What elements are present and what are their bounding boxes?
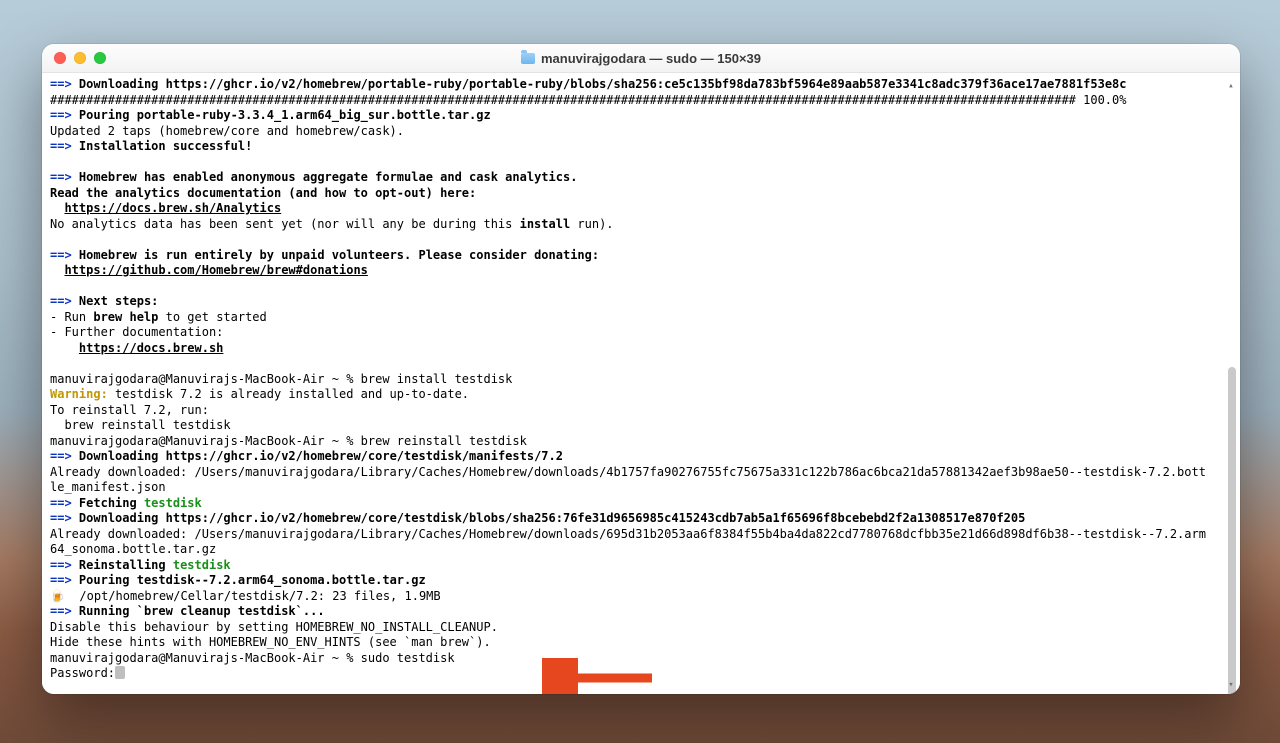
output-line: Reinstalling [79,558,166,572]
arrow-icon: ==> [50,558,72,572]
output-line: testdisk [144,496,202,510]
arrow-icon: ==> [50,139,72,153]
scroll-up-icon[interactable]: ▴ [1226,79,1236,89]
link[interactable]: https://github.com/Homebrew/brew#donatio… [64,263,367,277]
output-line: No analytics data has been sent yet (nor… [50,217,520,231]
output-line: Downloading https://ghcr.io/v2/homebrew/… [79,449,563,463]
output-line: - Further documentation: [50,325,223,339]
link[interactable]: https://docs.brew.sh [79,341,224,355]
output-line: brew help [93,310,158,324]
zoom-icon[interactable] [94,52,106,64]
output-line: Disable this behaviour by setting HOMEBR… [50,620,498,634]
output-line: Already downloaded: /Users/manuvirajgoda… [50,465,1210,496]
title-text: manuvirajgodara — sudo — 150×39 [541,51,761,66]
output-line: brew reinstall testdisk [50,418,231,432]
output-line: Downloading https://ghcr.io/v2/homebrew/… [79,77,1127,91]
arrow-icon: ==> [50,248,72,262]
arrow-icon: ==> [50,511,72,525]
close-icon[interactable] [54,52,66,64]
output-line: Homebrew is run entirely by unpaid volun… [79,248,599,262]
output-line: Next steps: [79,294,158,308]
link[interactable]: https://docs.brew.sh/Analytics [64,201,281,215]
output-line: Pouring testdisk--7.2.arm64_sonoma.bottl… [79,573,426,587]
progress-line: ########################################… [50,93,1126,107]
output-line: 🍺 /opt/homebrew/Cellar/testdisk/7.2: 23 … [50,589,441,603]
prompt-line: manuvirajgodara@Manuvirajs-MacBook-Air ~… [50,434,527,448]
output-line: Pouring portable-ruby-3.3.4_1.arm64_big_… [79,108,491,122]
arrow-icon: ==> [50,573,72,587]
output-line: to get started [158,310,266,324]
traffic-lights [42,52,106,64]
scroll-down-icon[interactable]: ▾ [1226,678,1236,688]
output-line: Read the analytics documentation (and ho… [50,186,476,200]
arrow-icon: ==> [50,77,72,91]
output-line: Already downloaded: /Users/manuvirajgoda… [50,527,1210,558]
scrollbar-thumb[interactable] [1228,367,1236,694]
output-line: Installation successful! [79,139,252,153]
key-icon [115,666,125,679]
titlebar: manuvirajgodara — sudo — 150×39 [42,44,1240,73]
window-title: manuvirajgodara — sudo — 150×39 [42,51,1240,66]
output-line: Homebrew has enabled anonymous aggregate… [79,170,578,184]
scrollbar[interactable]: ▴ ▾ [1224,77,1238,690]
arrow-icon: ==> [50,294,72,308]
output-line: Hide these hints with HOMEBREW_NO_ENV_HI… [50,635,491,649]
output-line: testdisk [173,558,231,572]
warning-label: Warning: [50,387,108,401]
output-line: Fetching [79,496,137,510]
arrow-icon: ==> [50,170,72,184]
terminal-window: manuvirajgodara — sudo — 150×39 ==> Down… [42,44,1240,694]
arrow-icon: ==> [50,604,72,618]
arrow-icon: ==> [50,108,72,122]
folder-icon [521,53,535,64]
password-prompt: Password: [50,666,115,680]
output-line: Downloading https://ghcr.io/v2/homebrew/… [79,511,1025,525]
arrow-icon: ==> [50,496,72,510]
minimize-icon[interactable] [74,52,86,64]
output-line: run). [570,217,613,231]
output-line: Running `brew cleanup testdisk`... [79,604,325,618]
output-line: install [520,217,571,231]
terminal-output[interactable]: ==> Downloading https://ghcr.io/v2/homeb… [42,73,1240,694]
prompt-line: manuvirajgodara@Manuvirajs-MacBook-Air ~… [50,372,512,386]
output-line: testdisk 7.2 is already installed and up… [108,387,469,401]
arrow-icon: ==> [50,449,72,463]
output-line: - Run [50,310,93,324]
output-line: To reinstall 7.2, run: [50,403,209,417]
prompt-line: manuvirajgodara@Manuvirajs-MacBook-Air ~… [50,651,455,665]
output-line: Updated 2 taps (homebrew/core and homebr… [50,124,404,138]
